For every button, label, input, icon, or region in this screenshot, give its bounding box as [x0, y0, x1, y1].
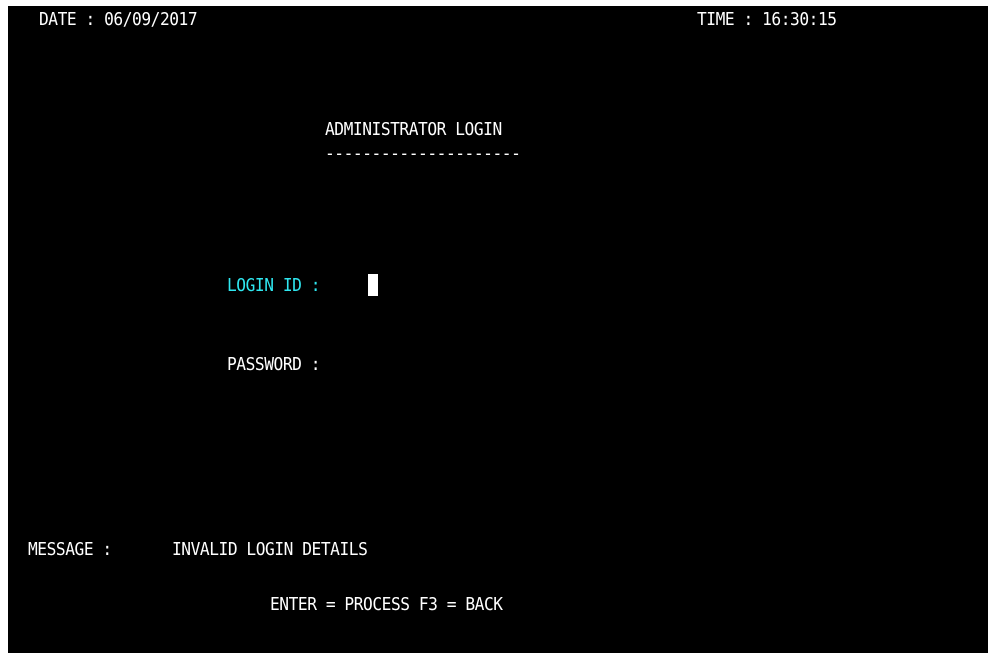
text-cursor [368, 274, 378, 296]
terminal-screen: DATE : 06/09/2017 TIME : 16:30:15 ADMINI… [8, 6, 988, 653]
login-id-input[interactable] [368, 274, 588, 296]
password-input[interactable] [368, 353, 588, 375]
time-display: TIME : 16:30:15 [697, 9, 837, 30]
date-display: DATE : 06/09/2017 [39, 9, 198, 30]
message-text: INVALID LOGIN DETAILS [172, 539, 368, 560]
password-label: PASSWORD : [227, 354, 321, 375]
function-key-hints: ENTER = PROCESS F3 = BACK [270, 594, 503, 615]
login-id-label: LOGIN ID : [227, 275, 321, 296]
message-label: MESSAGE : [28, 539, 112, 560]
page-title: ADMINISTRATOR LOGIN [325, 119, 502, 140]
title-underline: --------------------- [325, 143, 521, 164]
